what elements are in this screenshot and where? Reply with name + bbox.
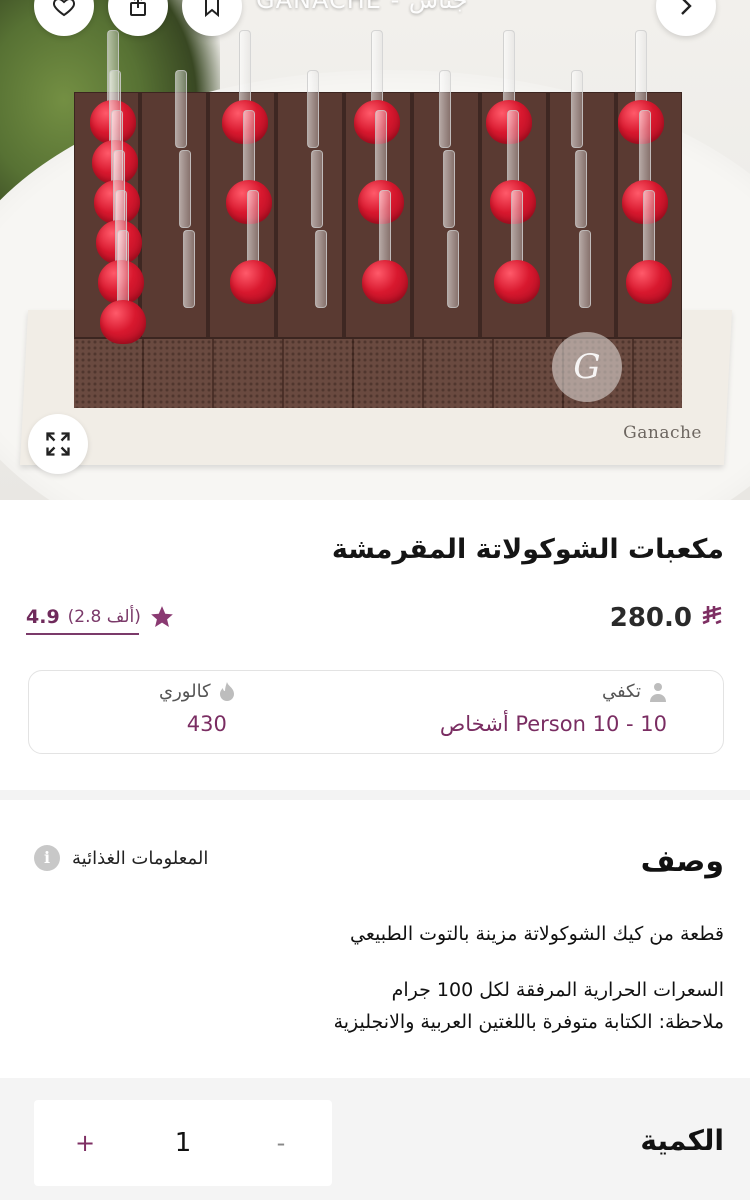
rating-underline [26,633,139,635]
expand-icon [46,432,70,456]
nutrition-info-link[interactable]: المعلومات الغذائية i [34,845,208,871]
serves-label: تكفي [601,681,641,702]
quantity-stepper: + 1 - [34,1100,332,1186]
description-line: قطعة من كيك الشوكولاتة مزينة بالتوت الطب… [350,923,724,945]
riyal-currency-icon [700,604,724,632]
rating-value: 4.9 [26,606,60,628]
raspberry [362,260,408,304]
decor-pick [307,70,319,148]
decor-pick [239,30,251,108]
rating-link[interactable]: 4.9 (2.8 ألف) [26,604,175,635]
decor-pick [507,110,519,188]
decor-pick [311,150,323,228]
decor-pick [571,70,583,148]
decor-pick [643,190,655,268]
decor-pick [439,70,451,148]
decor-pick [379,190,391,268]
product-info: مكعبات الشوكولاتة المقرمشة 280.0 4.9 (2.… [0,500,750,790]
watermark-logo: G [552,332,622,402]
product-facts-card: تكفي 10 - 10 Person أشخاص كالوري 430 [28,670,724,754]
rating-count: (2.8 ألف) [67,607,141,627]
info-icon: i [34,845,60,871]
product-image-gallery[interactable]: Ganache G GANACHE - جناش [0,0,750,500]
decor-pick [243,110,255,188]
description-line: ملاحظة: الكتابة متوفرة باللغتين العربية … [333,1011,724,1033]
decor-pick [315,230,327,308]
bookmark-icon [205,0,219,18]
quantity-label: الكمية [640,1124,724,1157]
brand-title: GANACHE - جناش [256,0,468,14]
description-text: قطعة من كيك الشوكولاتة مزينة بالتوت الطب… [44,918,724,1038]
section-divider [0,790,750,800]
quantity-section: الكمية + 1 - [0,1078,750,1200]
back-arrow-icon [681,0,692,15]
decor-pick [503,30,515,108]
board-brand-text: Ganache [623,423,702,443]
serves-fact: تكفي 10 - 10 Person أشخاص [440,681,667,736]
increase-quantity-button[interactable]: + [70,1129,100,1157]
decor-pick [371,30,383,108]
decor-pick [579,230,591,308]
expand-image-button[interactable] [28,414,88,474]
raspberry [230,260,276,304]
decor-pick [511,190,523,268]
quantity-value: 1 [174,1128,192,1158]
calories-value: 430 [186,712,227,736]
flame-icon [219,681,234,701]
serves-value: 10 - 10 Person أشخاص [439,712,667,736]
calories-fact: كالوري 430 [159,681,235,736]
raspberry [100,300,146,344]
share-icon [130,0,146,16]
decor-pick [179,150,191,228]
decor-pick [247,190,259,268]
decor-pick [635,30,647,108]
raspberry [626,260,672,304]
back-button[interactable] [656,0,716,36]
description-title: وصف [640,844,724,879]
description-section: وصف المعلومات الغذائية i قطعة من كيك الش… [0,800,750,1078]
price-value: 280.0 [609,603,692,633]
decor-pick [117,230,129,308]
decor-pick [443,150,455,228]
decor-pick [375,110,387,188]
person-icon [650,682,666,702]
star-icon [151,606,173,627]
nutrition-label: المعلومات الغذائية [72,847,209,869]
decor-pick [639,110,651,188]
calories-label: كالوري [159,681,211,702]
raspberry [494,260,540,304]
decor-pick [183,230,195,308]
product-title: مكعبات الشوكولاتة المقرمشة [331,534,724,565]
decrease-quantity-button[interactable]: - [266,1129,296,1157]
decor-pick [575,150,587,228]
decor-pick [447,230,459,308]
heart-icon [53,0,75,17]
decor-pick [175,70,187,148]
description-line: السعرات الحرارية المرفقة لكل 100 جرام [391,979,724,1001]
product-price: 280.0 [610,603,724,633]
